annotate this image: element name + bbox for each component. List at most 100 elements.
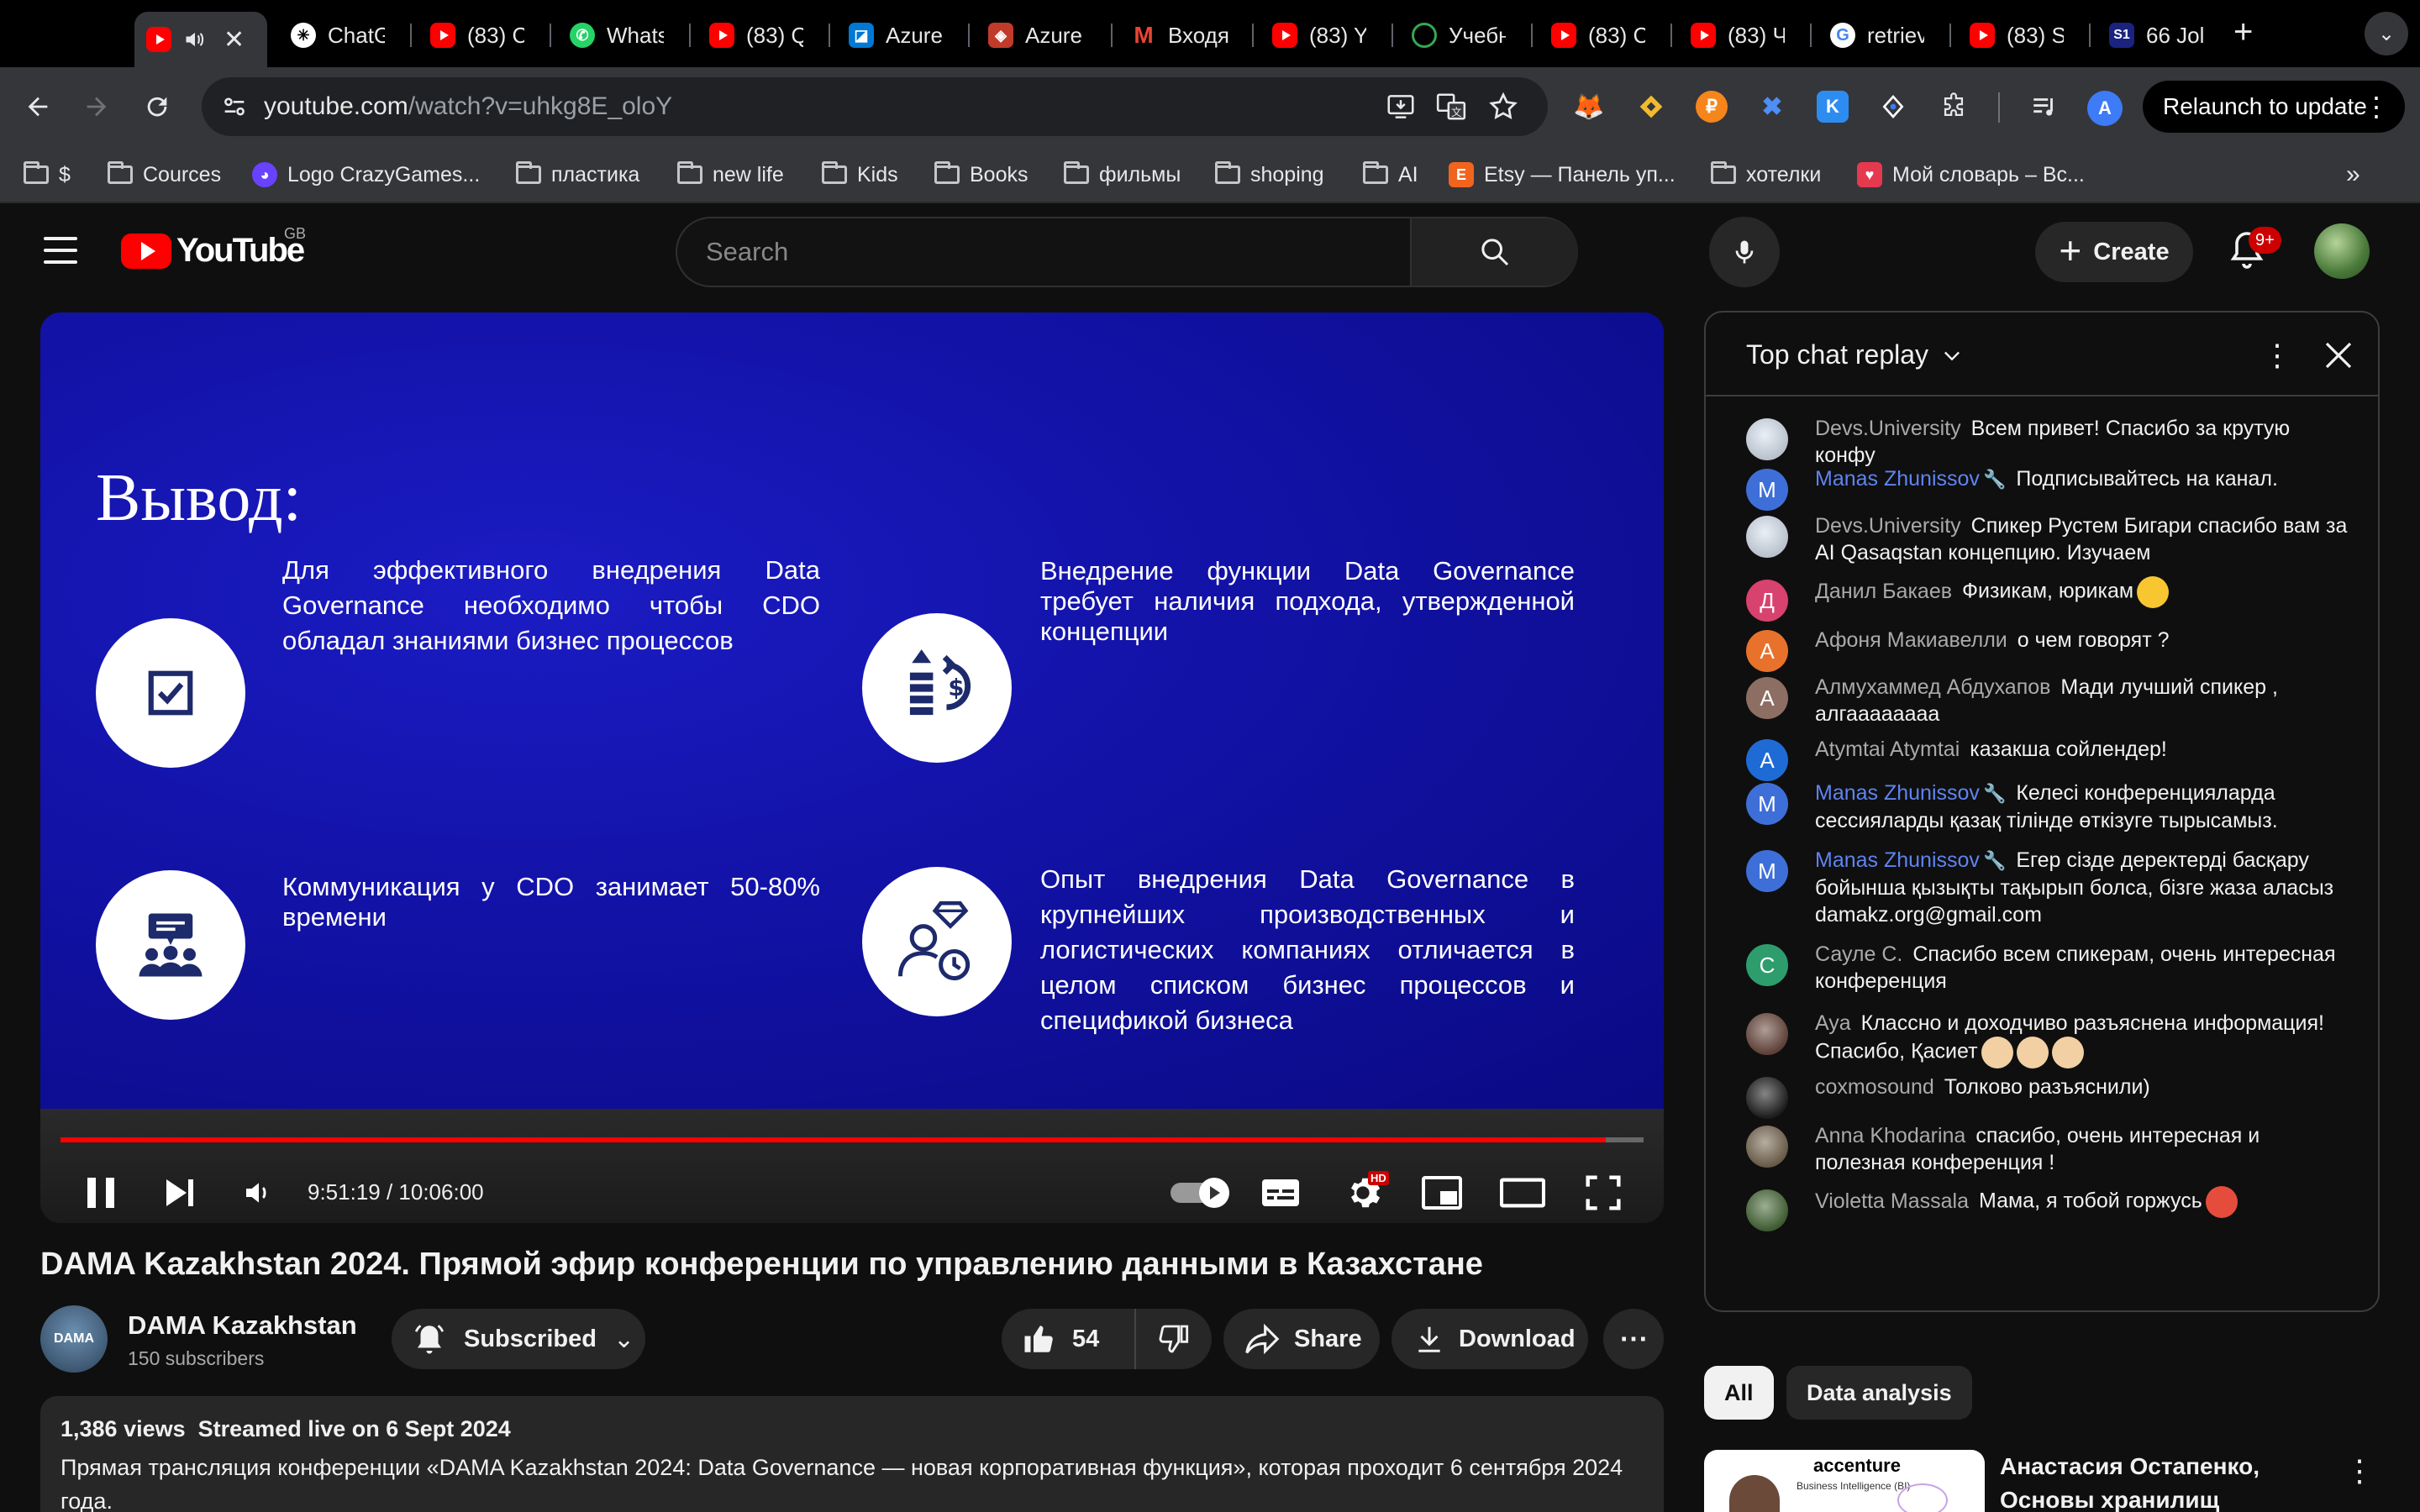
chat-mode-dropdown[interactable]: Top chat replay <box>1746 339 1964 370</box>
more-actions-button[interactable]: ⋯ <box>1603 1309 1664 1369</box>
description-box[interactable]: 1,386 views Streamed live on 6 Sept 2024… <box>40 1396 1664 1512</box>
chat-author-avatar[interactable]: Д <box>1746 580 1788 622</box>
bookmark-folder-plastika[interactable]: пластика <box>516 158 639 192</box>
tab-8[interactable]: (83) Y <box>1260 13 1378 57</box>
bookmark-folder-shoping[interactable]: shoping <box>1215 158 1324 192</box>
chat-author-avatar[interactable] <box>1746 1077 1788 1119</box>
chat-author-avatar[interactable] <box>1746 516 1788 558</box>
chat-author-avatar[interactable]: С <box>1746 944 1788 986</box>
recommended-video-thumbnail[interactable]: accenture Business Intelligence (BI) <box>1704 1450 1985 1512</box>
captions-button[interactable] <box>1257 1171 1304 1215</box>
media-controls-icon[interactable] <box>2028 91 2060 123</box>
bookmark-folder-new-life[interactable]: new life <box>677 158 784 192</box>
chat-author-name[interactable]: Atymtai Atymtai <box>1815 738 1960 761</box>
chip-data-analysis[interactable]: Data analysis <box>1786 1366 1972 1420</box>
bookmark-folder-dollar[interactable]: $ <box>24 158 71 192</box>
chat-author-avatar[interactable]: M <box>1746 469 1788 511</box>
tab-10[interactable]: (83) C <box>1539 13 1657 57</box>
tab-5[interactable]: ◪ Azure <box>837 13 955 57</box>
bookmark-crazygames[interactable]: ◕ Logo CrazyGames... <box>252 158 480 192</box>
chat-more-options-icon[interactable]: ⋮ <box>2262 338 2292 373</box>
close-tab-icon[interactable]: ✕ <box>224 25 245 55</box>
progress-bar[interactable] <box>60 1137 1644 1142</box>
forward-button[interactable] <box>76 86 118 128</box>
chat-author-avatar[interactable]: A <box>1746 739 1788 781</box>
tab-13[interactable]: (83) S <box>1958 13 2075 57</box>
chat-author-name[interactable]: Афоня Макиавелли <box>1815 628 2007 652</box>
tab-2[interactable]: (83) C <box>418 13 536 57</box>
extensions-puzzle-icon[interactable] <box>1938 91 1970 123</box>
chat-author-name[interactable]: Devs.University <box>1815 417 1961 440</box>
chat-author-avatar[interactable] <box>1746 1013 1788 1055</box>
profile-avatar-icon[interactable]: A <box>2087 91 2123 126</box>
chat-author-avatar[interactable] <box>1746 1126 1788 1168</box>
bookmark-dictionary[interactable]: ♥ Мой словарь – Вс... <box>1857 158 2085 192</box>
recommended-video-menu-button[interactable]: ⋮ <box>2344 1453 2375 1488</box>
chat-author-name[interactable]: Алмухаммед Абдухапов <box>1815 675 2050 699</box>
chat-author-name[interactable]: Anna Khodarina <box>1815 1124 1965 1147</box>
tab-9[interactable]: Учебн <box>1400 13 1518 57</box>
tab-11[interactable]: (83) Ч <box>1679 13 1797 57</box>
site-info-icon[interactable] <box>220 92 249 121</box>
settings-button[interactable]: HD <box>1339 1171 1389 1215</box>
chat-author-name[interactable]: Данил Бакаев <box>1815 580 1952 603</box>
chat-author-avatar[interactable]: M <box>1746 783 1788 825</box>
coin-extension-icon[interactable]: ₽ <box>1696 91 1728 123</box>
channel-name[interactable]: DAMA Kazakhstan <box>128 1310 357 1341</box>
tab-7[interactable]: M Входя <box>1119 13 1244 57</box>
channel-avatar[interactable]: DAMA <box>40 1305 108 1373</box>
speaker-icon[interactable] <box>183 28 207 51</box>
chat-author-avatar[interactable] <box>1746 418 1788 460</box>
tab-12[interactable]: G retriev <box>1818 13 1936 57</box>
miniplayer-button[interactable] <box>1418 1171 1465 1215</box>
k-extension-icon[interactable]: K <box>1817 91 1849 123</box>
chat-author-avatar[interactable]: А <box>1746 630 1788 672</box>
share-button[interactable]: Share <box>1223 1309 1380 1369</box>
search-button[interactable] <box>1410 218 1578 286</box>
tab-6[interactable]: ◈ Azure <box>976 13 1101 57</box>
chat-author-name[interactable]: Manas Zhunissov <box>1815 781 1980 805</box>
close-chat-icon[interactable] <box>2321 338 2356 373</box>
tab-1[interactable]: ✳ ChatG <box>279 13 397 57</box>
video-player[interactable]: Вывод: Для эффективного внедрения Data G… <box>40 312 1664 1223</box>
create-button[interactable]: + Create <box>2035 222 2193 282</box>
chat-author-name[interactable]: Violetta Massala <box>1815 1189 1969 1213</box>
metamask-extension-icon[interactable]: 🦊 <box>1573 91 1605 123</box>
tab-14[interactable]: S1 66 Jol <box>2097 13 2220 57</box>
more-bookmarks-button[interactable]: » <box>2346 158 2360 192</box>
diamond-extension-icon[interactable] <box>1877 91 1909 123</box>
address-bar[interactable]: youtube.com/watch?v=uhkg8E_oloY 文 <box>202 77 1548 136</box>
puzzle-tool-extension-icon[interactable]: ✖ <box>1756 91 1788 123</box>
account-avatar[interactable] <box>2314 223 2370 279</box>
chat-author-name[interactable]: Manas Zhunissov <box>1815 467 1980 491</box>
pause-button[interactable] <box>79 1171 123 1215</box>
relaunch-to-update-button[interactable]: Relaunch to update ⋮ <box>2143 81 2405 133</box>
tab-youtube-active[interactable]: ✕ <box>134 12 267 67</box>
chat-author-name[interactable]: Devs.University <box>1815 514 1961 538</box>
guide-menu-button[interactable] <box>44 237 77 264</box>
chat-author-name[interactable]: Сауле С. <box>1815 942 1902 966</box>
translate-icon[interactable]: 文 <box>1435 91 1467 123</box>
bookmark-folder-filmy[interactable]: фильмы <box>1064 158 1181 192</box>
install-app-icon[interactable] <box>1385 91 1417 123</box>
recommended-video-title[interactable]: Анастасия Остапенко, Основы хранилищ дан… <box>2000 1450 2311 1512</box>
chat-author-name[interactable]: Manas Zhunissov <box>1815 848 1980 872</box>
chat-author-avatar[interactable] <box>1746 1189 1788 1231</box>
bookmark-folder-books[interactable]: Books <box>934 158 1028 192</box>
tab-search-button[interactable]: ⌄ <box>2365 12 2408 55</box>
chip-all[interactable]: All <box>1704 1366 1774 1420</box>
bookmark-folder-hotelki[interactable]: хотелки <box>1711 158 1821 192</box>
mute-button[interactable] <box>237 1171 281 1215</box>
bookmark-folder-cources[interactable]: Cources <box>108 158 221 192</box>
chat-author-avatar[interactable]: M <box>1746 850 1788 892</box>
subscribed-button[interactable]: Subscribed ⌄ <box>392 1309 645 1369</box>
next-button[interactable] <box>158 1171 202 1215</box>
bookmark-folder-kids[interactable]: Kids <box>822 158 898 192</box>
binance-extension-icon[interactable] <box>1635 91 1667 123</box>
youtube-logo[interactable]: YouTube <box>121 232 305 270</box>
tab-4[interactable]: (83) Q <box>697 13 815 57</box>
voice-search-button[interactable] <box>1709 217 1780 287</box>
bookmark-star-icon[interactable] <box>1487 91 1519 123</box>
chat-author-name[interactable]: Aya <box>1815 1011 1851 1035</box>
tab-3[interactable]: ✆ Whats <box>558 13 676 57</box>
